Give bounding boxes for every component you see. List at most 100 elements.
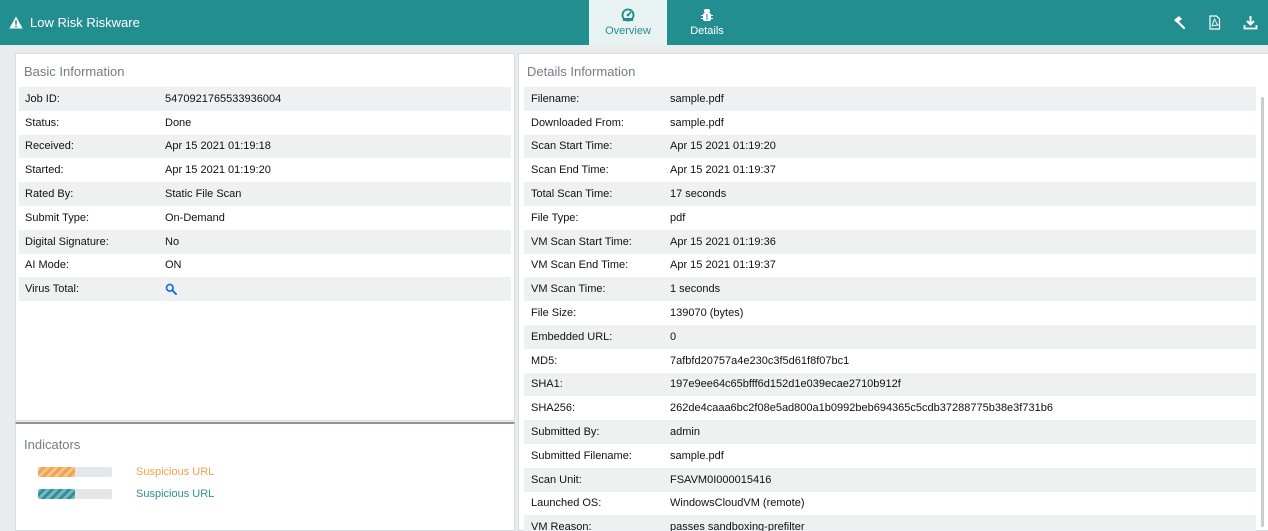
indicator-item: Suspicious URL (16, 461, 514, 483)
warning-icon (9, 16, 23, 29)
bug-icon (701, 9, 713, 21)
row-value: sample.pdf (670, 449, 724, 462)
row-label: Started: (25, 164, 64, 177)
details-row: Downloaded From: sample.pdf (524, 111, 1256, 135)
row-label: VM Scan Start Time: (531, 235, 632, 248)
row-label: MD5: (531, 354, 558, 367)
pdf-icon (1208, 15, 1220, 30)
row-value: WindowsCloudVM (remote) (670, 497, 805, 510)
row-label: Received: (25, 140, 74, 153)
export-pdf-button[interactable] (1196, 0, 1232, 45)
row-label: File Type: (531, 211, 579, 224)
details-row: Submitted By: admin (524, 420, 1256, 444)
row-value: Apr 15 2021 01:19:20 (670, 140, 776, 153)
row-value: admin (670, 426, 700, 439)
details-row: Launched OS: WindowsCloudVM (remote) (524, 492, 1256, 516)
row-value: Apr 15 2021 01:19:37 (670, 259, 776, 272)
row-value: sample.pdf (670, 116, 724, 129)
row-value: sample.pdf (670, 92, 724, 105)
row-value: Apr 15 2021 01:19:18 (165, 140, 271, 153)
row-submit-type: Submit Type: On-Demand (19, 206, 511, 230)
basic-information-title: Basic Information (24, 64, 125, 79)
indicator-label[interactable]: Suspicious URL (136, 466, 214, 478)
row-job-id: Job ID: 5470921765533936004 (19, 87, 511, 111)
row-value: 17 seconds (670, 188, 727, 201)
row-value: 5470921765533936004 (165, 92, 282, 105)
details-row: File Size: 139070 (bytes) (524, 301, 1256, 325)
row-ai-mode: AI Mode: ON (19, 254, 511, 278)
row-value: On-Demand (165, 211, 225, 224)
rescan-button[interactable] (1160, 0, 1196, 45)
details-row: VM Scan End Time: Apr 15 2021 01:19:37 (524, 254, 1256, 278)
row-label: SHA1: (531, 378, 563, 391)
row-label: Total Scan Time: (531, 188, 613, 201)
details-row: VM Scan Time: 1 seconds (524, 277, 1256, 302)
details-row: VM Scan Start Time: Apr 15 2021 01:19:36 (524, 229, 1256, 254)
row-value: 197e9ee64c65bfff6d152d1e039ecae2710b912f (670, 378, 901, 391)
row-label: Scan Unit: (531, 473, 582, 486)
row-digital-signature: Digital Signature: No (19, 229, 511, 254)
row-value: FSAVM0I000015416 (670, 473, 772, 486)
row-value: 0 (670, 330, 677, 343)
tab-overview[interactable]: Overview (589, 0, 667, 45)
details-row: Embedded URL: 0 (524, 324, 1256, 349)
details-row: Scan Start Time: Apr 15 2021 01:19:20 (524, 134, 1256, 159)
details-row: VM Reason: passes sandboxing-prefilter (524, 515, 1256, 531)
scrollbar-thumb[interactable] (1261, 97, 1264, 527)
row-label: Downloaded From: (531, 116, 624, 129)
download-button[interactable] (1232, 0, 1268, 45)
basic-information-rows: Job ID: 5470921765533936004 Status: Done… (16, 87, 514, 302)
search-icon[interactable] (165, 283, 177, 296)
indicators-title: Indicators (24, 437, 81, 452)
row-label: Embedded URL: (531, 330, 613, 343)
scrollbar[interactable] (1258, 91, 1268, 531)
row-label: AI Mode: (25, 259, 70, 272)
details-row: SHA1: 197e9ee64c65bfff6d152d1e039ecae2710… (524, 372, 1256, 397)
indicator-bar (38, 467, 112, 477)
details-row: Total Scan Time: 17 seconds (524, 182, 1256, 206)
row-label: Submitted By: (531, 426, 600, 439)
row-label: Virus Total: (25, 283, 80, 296)
row-value: 1 seconds (670, 283, 721, 296)
row-value: Apr 15 2021 01:19:20 (165, 164, 271, 177)
row-value: No (165, 235, 180, 248)
download-icon (1243, 16, 1257, 30)
row-value: Static File Scan (165, 188, 242, 201)
indicator-bar-fill (38, 467, 75, 477)
indicator-item: Suspicious URL (16, 483, 514, 505)
risk-title: Low Risk Riskware (9, 0, 140, 45)
indicator-label[interactable]: Suspicious URL (136, 488, 214, 500)
details-row: Submitted Filename: sample.pdf (524, 444, 1256, 468)
row-virus-total: Virus Total: (19, 277, 511, 302)
row-started: Started: Apr 15 2021 01:19:20 (19, 158, 511, 182)
details-row: Filename: sample.pdf (524, 87, 1256, 111)
details-row: Scan End Time: Apr 15 2021 01:19:37 (524, 158, 1256, 182)
indicators-panel: Indicators Suspicious URL Suspicious URL (15, 422, 515, 531)
row-label: VM Scan Time: (531, 283, 606, 296)
details-information-panel: Details Information Filename: sample.pdf D… (518, 53, 1268, 531)
row-value: pdf (670, 211, 686, 224)
hammer-icon (1173, 16, 1185, 30)
row-label: VM Scan End Time: (531, 259, 629, 272)
dashboard-icon (621, 8, 635, 22)
row-value: ON (165, 259, 182, 272)
row-label: Scan Start Time: (531, 140, 613, 153)
row-label: File Size: (531, 307, 577, 320)
row-label: VM Reason: (531, 521, 592, 531)
row-label: Rated By: (25, 188, 74, 201)
tab-details[interactable]: Details (668, 0, 746, 45)
basic-information-panel: Basic Information Job ID: 54709217655339… (15, 53, 515, 421)
details-row: File Type: pdf (524, 206, 1256, 230)
row-value: Apr 15 2021 01:19:36 (670, 235, 776, 248)
row-value: 139070 (bytes) (670, 307, 744, 320)
row-label: Filename: (531, 92, 580, 105)
row-label: Digital Signature: (25, 235, 109, 248)
tab-details-label: Details (690, 25, 724, 37)
details-row: MD5: 7afbfd20757a4e230c3f5d61f8f07bc1 (524, 349, 1256, 373)
row-label: Status: (25, 116, 60, 129)
details-information-rows: Filename: sample.pdf Downloaded From: sampl… (519, 87, 1268, 531)
tab-overview-label: Overview (605, 25, 651, 37)
risk-title-text: Low Risk Riskware (30, 15, 140, 30)
indicator-bar-fill (38, 489, 75, 499)
row-rated-by: Rated By: Static File Scan (19, 182, 511, 206)
